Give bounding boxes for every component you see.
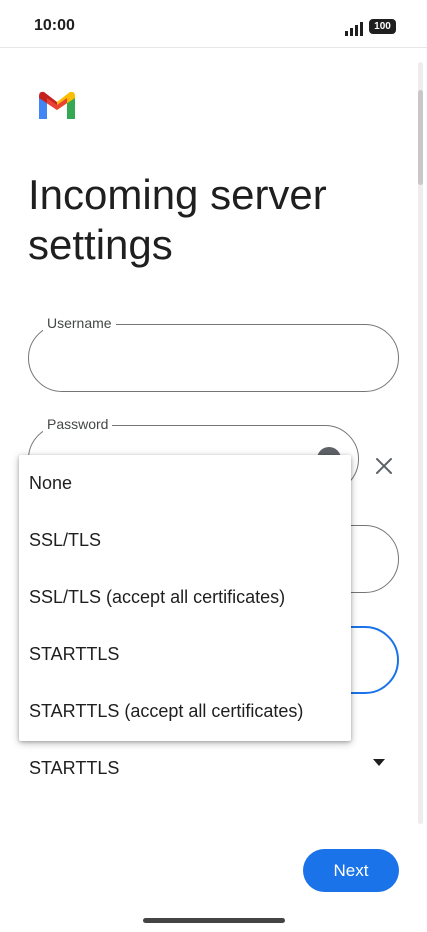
menu-item-none[interactable]: None	[19, 455, 351, 512]
security-type-select[interactable]: STARTTLS	[29, 758, 119, 779]
clear-icon[interactable]	[374, 456, 394, 476]
signal-icon	[345, 22, 363, 36]
home-indicator[interactable]	[143, 918, 285, 923]
username-label: Username	[43, 315, 116, 331]
username-field[interactable]: Username	[28, 315, 399, 392]
password-label: Password	[43, 416, 113, 432]
status-divider	[0, 47, 427, 48]
battery-icon: 100	[369, 19, 396, 34]
page-title: Incoming server settings	[28, 171, 327, 268]
security-dropdown-menu: None SSL/TLS SSL/TLS (accept all certifi…	[19, 455, 351, 741]
status-time: 10:00	[34, 17, 75, 34]
gmail-logo	[39, 91, 75, 119]
status-bar: 10:00 100	[0, 0, 427, 48]
scrollbar-thumb[interactable]	[418, 90, 423, 185]
menu-item-starttls[interactable]: STARTTLS	[19, 626, 351, 683]
menu-item-ssl-tls-accept-all[interactable]: SSL/TLS (accept all certificates)	[19, 569, 351, 626]
dropdown-arrow-icon[interactable]	[372, 757, 386, 767]
next-button[interactable]: Next	[303, 849, 399, 892]
menu-item-ssl-tls[interactable]: SSL/TLS	[19, 512, 351, 569]
menu-item-starttls-accept-all[interactable]: STARTTLS (accept all certificates)	[19, 683, 351, 740]
screen: 10:00 100 Incoming server settings Usern…	[0, 0, 427, 932]
